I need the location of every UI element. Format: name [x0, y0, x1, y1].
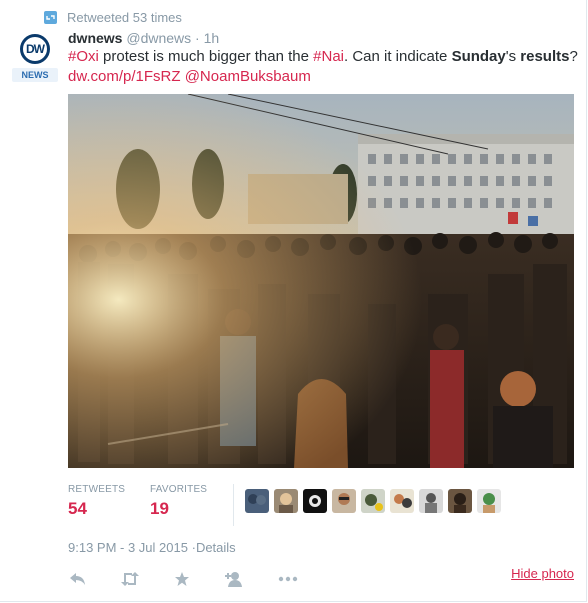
tweet-timestamp: 9:13 PM - 3 Jul 2015 ·Details [68, 540, 236, 555]
retweet-icon [44, 10, 57, 24]
more-icon[interactable] [278, 570, 298, 588]
retweets-label: RETWEETS [68, 484, 126, 495]
tweet-header: dwnews @dwnews · 1h [68, 30, 219, 46]
tweet-text-part: protest is much bigger than the [98, 48, 314, 65]
tweet-stats: RETWEETS 54 FAVORITES 19 [68, 484, 574, 526]
avatar-news-tag: NEWS [12, 68, 58, 82]
tweet-card: Retweeted 53 times DW NEWS dwnews @dwnew… [0, 0, 587, 602]
hide-photo-link[interactable]: Hide photo [511, 566, 574, 581]
retweet-icon[interactable] [120, 570, 140, 588]
hashtag-nai[interactable]: #Nai [313, 48, 344, 65]
tweet-text-part: 's [505, 48, 521, 65]
tweet-age[interactable]: 1h [204, 30, 220, 46]
avatar[interactable] [390, 489, 414, 513]
author-name[interactable]: dwnews [68, 30, 122, 46]
hashtag-oxi[interactable]: #Oxi [68, 48, 99, 65]
tweet-text: #Oxi protest is much bigger than the #Na… [68, 47, 578, 87]
tweet-photo[interactable] [68, 94, 574, 468]
favorites-count: 19 [150, 499, 169, 518]
avatar[interactable] [303, 489, 327, 513]
author-handle[interactable]: @dwnews [126, 30, 191, 46]
favorite-icon[interactable] [172, 570, 192, 588]
avatar[interactable] [448, 489, 472, 513]
follow-icon[interactable] [224, 570, 244, 588]
tweet-date[interactable]: 9:13 PM - 3 Jul 2015 [68, 540, 188, 555]
tweet-actions [68, 570, 578, 590]
tweet-mention[interactable]: @NoamBuksbaum [185, 68, 311, 85]
tweet-text-part: . Can it indicate [344, 48, 452, 65]
retweets-count: 54 [68, 499, 87, 518]
avatar[interactable] [245, 489, 269, 513]
dw-logo: DW [20, 34, 50, 64]
avatar[interactable]: DW NEWS [12, 34, 58, 82]
retweet-context: Retweeted 53 times [44, 8, 182, 26]
favorites-label: FAVORITES [150, 484, 208, 495]
tweet-text-part: ? [569, 48, 578, 65]
tweet-link[interactable]: dw.com/p/1FsRZ [68, 68, 181, 85]
tweet-bold-word: results [520, 48, 570, 65]
avatar[interactable] [477, 489, 501, 513]
retweets-stat[interactable]: RETWEETS 54 [68, 484, 125, 519]
avatar[interactable] [332, 489, 356, 513]
stats-divider [233, 484, 234, 526]
details-link[interactable]: Details [196, 540, 236, 555]
reply-icon[interactable] [68, 570, 88, 588]
avatar[interactable] [274, 489, 298, 513]
favorites-stat[interactable]: FAVORITES 19 [150, 484, 207, 519]
favoriter-avatars [245, 489, 506, 513]
protest-crowd-illustration [68, 94, 574, 468]
retweet-count-text[interactable]: Retweeted 53 times [67, 10, 182, 25]
separator-dot: · [195, 30, 200, 46]
avatar[interactable] [361, 489, 385, 513]
avatar[interactable] [419, 489, 443, 513]
tweet-bold-word: Sunday [451, 48, 506, 65]
